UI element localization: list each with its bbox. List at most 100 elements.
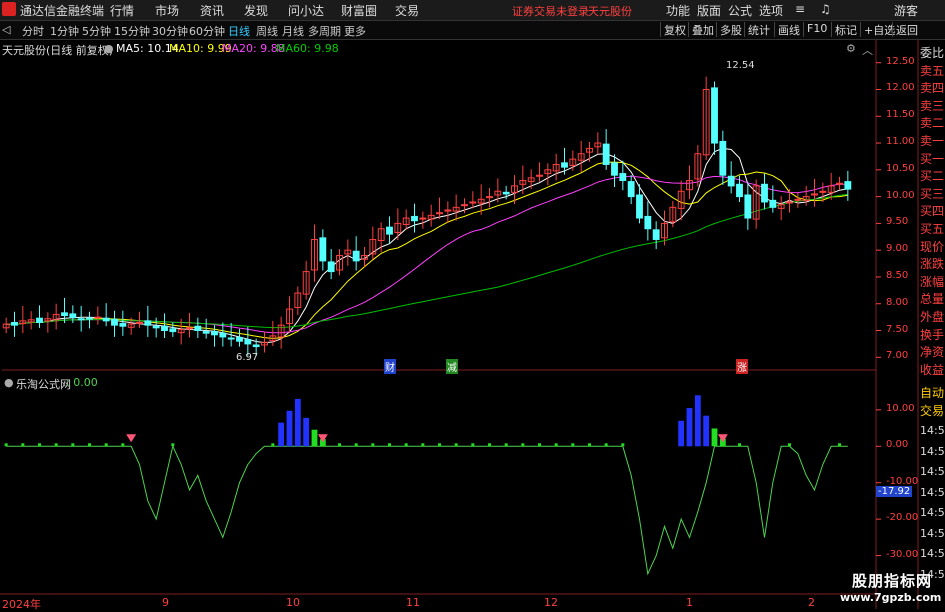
- candle-body: [69, 313, 77, 319]
- indicator-bar: [4, 443, 8, 447]
- indicator-bar: [738, 443, 741, 447]
- candle-body: [411, 215, 418, 222]
- candle-body: [711, 87, 718, 144]
- side-label[interactable]: 买二: [920, 167, 945, 185]
- indicator-bar: [521, 443, 525, 447]
- side-label[interactable]: 买四: [920, 202, 945, 220]
- x-label-jan: 1: [686, 596, 693, 609]
- candle-body: [602, 143, 610, 165]
- indicator-bar: [621, 443, 625, 447]
- indicator-bar: [421, 443, 425, 447]
- indicator-bar: [788, 443, 791, 447]
- indicator-bar: [303, 417, 310, 447]
- candle-body: [102, 317, 110, 322]
- candle-body: [136, 321, 143, 324]
- high-price-annotation: 12.54: [726, 60, 755, 71]
- x-label-year: 2024年: [2, 598, 41, 611]
- candle-body: [252, 344, 260, 348]
- signal-marker-icon: [317, 434, 328, 443]
- auto-trade-label[interactable]: 交易: [920, 402, 945, 420]
- candle-body: [561, 162, 568, 168]
- side-label[interactable]: 换手: [920, 326, 945, 344]
- side-label[interactable]: 外盘: [920, 308, 945, 326]
- tick-time: 14:55: [920, 506, 945, 519]
- x-label-oct: 10: [286, 596, 300, 609]
- candle-body: [94, 316, 102, 319]
- side-label[interactable]: 委比: [920, 44, 945, 62]
- x-label-nov: 11: [406, 596, 420, 609]
- indicator-axis-label: 0.00: [886, 439, 909, 451]
- indicator-bar: [388, 443, 391, 447]
- side-label[interactable]: 卖一: [920, 132, 945, 150]
- candle-body: [844, 181, 852, 190]
- auto-trade-label[interactable]: 自动: [920, 384, 945, 402]
- candle-body: [727, 175, 735, 187]
- indicator-bar: [371, 443, 375, 447]
- indicator-bar: [571, 443, 575, 447]
- chart-frame: [0, 40, 919, 609]
- x-label-sep: 9: [162, 596, 169, 609]
- kline-chart[interactable]: [0, 0, 945, 609]
- candle-body: [244, 339, 252, 345]
- candle-body: [761, 183, 768, 203]
- indicator-bar: [711, 428, 718, 447]
- tick-time: 14:55: [920, 424, 945, 437]
- side-label[interactable]: 净资: [920, 343, 945, 361]
- side-label[interactable]: 买五: [920, 220, 945, 238]
- ma60-line: [6, 193, 848, 329]
- candle-body: [11, 321, 18, 326]
- side-label[interactable]: 卖三: [920, 97, 945, 115]
- side-label[interactable]: 卖二: [920, 114, 945, 132]
- event-marker-zhang[interactable]: 涨: [736, 359, 748, 374]
- side-label[interactable]: 涨跌: [920, 255, 945, 273]
- tick-time: 14:55: [920, 444, 945, 458]
- candle-body: [202, 331, 210, 334]
- indicator-bar: [171, 443, 175, 447]
- side-label[interactable]: 总量: [920, 290, 945, 308]
- indicator-bar: [694, 395, 701, 447]
- indicator-bar: [838, 443, 841, 447]
- indicator-bar: [504, 443, 508, 447]
- indicator-line: [6, 444, 848, 576]
- side-label[interactable]: 买三: [920, 185, 945, 203]
- low-price-annotation: 6.97: [236, 352, 259, 363]
- tick-time: 14:55: [920, 547, 945, 560]
- candle-body: [736, 183, 743, 198]
- event-marker-cai[interactable]: 财: [384, 359, 396, 374]
- indicator-bar: [338, 443, 341, 447]
- indicator-bar: [538, 443, 541, 447]
- candle-body: [719, 140, 727, 176]
- candle-body: [111, 318, 118, 326]
- side-label[interactable]: 买一: [920, 150, 945, 168]
- indicator-bar: [121, 443, 125, 447]
- signal-marker-icon: [717, 434, 728, 443]
- candle-body: [611, 162, 618, 176]
- price-axis-label: 10.00: [886, 189, 915, 201]
- event-marker-jian[interactable]: 减: [446, 359, 458, 374]
- candle-body: [386, 226, 393, 235]
- side-label[interactable]: 现价: [920, 238, 945, 256]
- indicator-bar: [311, 429, 318, 447]
- indicator-bar: [278, 422, 285, 447]
- indicator-axis-label: 10.00: [886, 402, 915, 414]
- price-axis-label: 9.00: [886, 243, 909, 255]
- candle-body: [61, 312, 68, 317]
- signal-marker-icon: [126, 434, 137, 443]
- side-label[interactable]: 卖五: [920, 62, 945, 80]
- side-label[interactable]: 卖四: [920, 79, 945, 97]
- ma5-line: [6, 147, 848, 344]
- indicator-panel: [4, 395, 848, 576]
- indicator-bar: [471, 443, 475, 447]
- side-label[interactable]: 涨幅: [920, 273, 945, 291]
- candle-body: [152, 325, 160, 329]
- candle-body: [211, 331, 218, 336]
- indicator-bar: [438, 443, 441, 447]
- candle-body: [644, 215, 652, 230]
- side-label[interactable]: 收益: [920, 361, 945, 379]
- indicator-bar: [404, 443, 408, 447]
- indicator-bar: [294, 398, 301, 447]
- price-axis-label: 10.50: [886, 162, 915, 174]
- indicator-bar: [354, 443, 358, 447]
- indicator-bar: [686, 408, 693, 447]
- indicator-bar: [454, 443, 458, 447]
